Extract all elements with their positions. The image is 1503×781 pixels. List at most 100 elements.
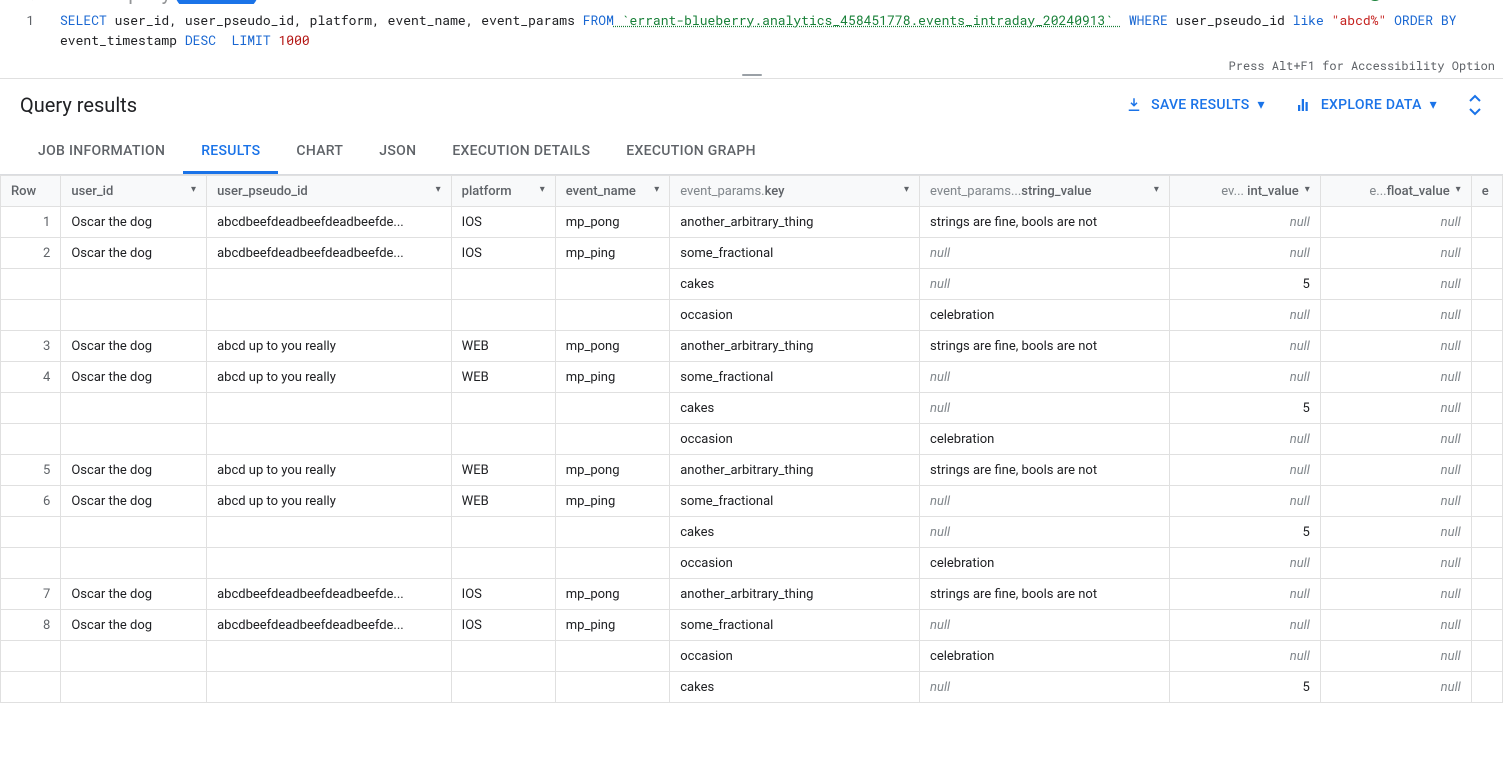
resize-handle[interactable] [738, 72, 766, 78]
table-cell[interactable]: null [1320, 424, 1471, 455]
table-cell[interactable]: 3 [1, 331, 61, 362]
table-cell[interactable]: mp_pong [555, 331, 669, 362]
table-cell[interactable]: occasion [670, 424, 920, 455]
table-cell[interactable]: mp_pong [555, 455, 669, 486]
table-cell[interactable]: occasion [670, 548, 920, 579]
table-cell[interactable] [451, 548, 555, 579]
table-cell[interactable]: Oscar the dog [61, 331, 207, 362]
table-cell[interactable]: mp_pong [555, 579, 669, 610]
sort-icon[interactable]: ▾ [904, 184, 909, 195]
table-cell[interactable] [1471, 548, 1502, 579]
table-cell[interactable]: null [1320, 393, 1471, 424]
table-cell[interactable]: mp_pong [555, 207, 669, 238]
table-cell[interactable]: celebration [920, 424, 1170, 455]
table-cell[interactable]: 7 [1, 579, 61, 610]
tab-chart[interactable]: CHART [278, 131, 361, 174]
sort-icon[interactable]: ▾ [1456, 184, 1461, 195]
table-cell[interactable] [1, 393, 61, 424]
table-cell[interactable] [1, 672, 61, 703]
table-cell[interactable]: null [1320, 517, 1471, 548]
table-cell[interactable]: Oscar the dog [61, 207, 207, 238]
table-cell[interactable]: Oscar the dog [61, 362, 207, 393]
table-cell[interactable]: null [1320, 238, 1471, 269]
table-cell[interactable]: cakes [670, 517, 920, 548]
table-cell[interactable]: null [1320, 300, 1471, 331]
col-platform[interactable]: platform▾ [451, 176, 555, 207]
col-event-name[interactable]: event_name▾ [555, 176, 669, 207]
table-cell[interactable]: IOS [451, 238, 555, 269]
table-cell[interactable]: abcd up to you really [207, 455, 452, 486]
editor-code[interactable]: SELECT user_id, user_pseudo_id, platform… [50, 10, 1503, 50]
table-cell[interactable]: 5 [1169, 672, 1320, 703]
table-cell[interactable]: abcdbeefdeadbeefdeadbeefde... [207, 238, 452, 269]
results-grid-wrapper[interactable]: Row user_id▾ user_pseudo_id▾ platform▾ e… [0, 175, 1503, 703]
table-cell[interactable]: occasion [670, 300, 920, 331]
table-cell[interactable] [207, 300, 452, 331]
sort-icon[interactable]: ▾ [1154, 184, 1159, 195]
table-cell[interactable]: null [1169, 610, 1320, 641]
table-cell[interactable]: null [1320, 331, 1471, 362]
col-extra[interactable]: e [1471, 176, 1502, 207]
col-row[interactable]: Row [1, 176, 61, 207]
table-cell[interactable]: WEB [451, 455, 555, 486]
table-cell[interactable]: null [1320, 641, 1471, 672]
table-cell[interactable]: another_arbitrary_thing [670, 455, 920, 486]
table-cell[interactable]: Oscar the dog [61, 455, 207, 486]
table-cell[interactable] [1471, 672, 1502, 703]
table-cell[interactable]: cakes [670, 672, 920, 703]
tab-execution-details[interactable]: EXECUTION DETAILS [434, 131, 608, 174]
table-cell[interactable]: null [1169, 424, 1320, 455]
table-cell[interactable]: null [1320, 548, 1471, 579]
table-cell[interactable] [1471, 331, 1502, 362]
table-cell[interactable]: mp_ping [555, 610, 669, 641]
col-int-value[interactable]: ev... int_value▾ [1169, 176, 1320, 207]
table-cell[interactable]: strings are fine, bools are not [920, 207, 1170, 238]
table-cell[interactable]: null [1169, 641, 1320, 672]
table-cell[interactable] [207, 672, 452, 703]
table-cell[interactable]: null [1169, 486, 1320, 517]
table-cell[interactable] [1471, 300, 1502, 331]
table-cell[interactable]: Oscar the dog [61, 579, 207, 610]
table-cell[interactable] [1471, 238, 1502, 269]
table-cell[interactable] [207, 393, 452, 424]
table-cell[interactable]: null [1320, 455, 1471, 486]
table-cell[interactable] [555, 548, 669, 579]
sort-icon[interactable]: ▾ [654, 184, 659, 195]
table-cell[interactable] [1471, 362, 1502, 393]
table-cell[interactable] [61, 393, 207, 424]
sort-icon[interactable]: ▾ [436, 184, 441, 195]
table-cell[interactable]: null [1320, 486, 1471, 517]
table-cell[interactable]: strings are fine, bools are not [920, 455, 1170, 486]
table-cell[interactable]: celebration [920, 548, 1170, 579]
col-user-pseudo-id[interactable]: user_pseudo_id▾ [207, 176, 452, 207]
table-cell[interactable] [1471, 393, 1502, 424]
table-cell[interactable]: null [920, 672, 1170, 703]
table-cell[interactable] [1471, 269, 1502, 300]
table-cell[interactable]: mp_ping [555, 486, 669, 517]
table-cell[interactable]: null [920, 362, 1170, 393]
table-cell[interactable]: null [920, 610, 1170, 641]
table-cell[interactable]: Oscar the dog [61, 238, 207, 269]
table-cell[interactable]: 2 [1, 238, 61, 269]
table-cell[interactable]: null [1320, 579, 1471, 610]
table-cell[interactable]: some_fractional [670, 610, 920, 641]
table-cell[interactable]: 5 [1169, 269, 1320, 300]
table-cell[interactable] [1471, 610, 1502, 641]
table-cell[interactable]: null [1320, 362, 1471, 393]
table-cell[interactable] [1471, 641, 1502, 672]
tab-execution-graph[interactable]: EXECUTION GRAPH [608, 131, 774, 174]
table-cell[interactable]: null [1169, 579, 1320, 610]
sort-icon[interactable]: ▾ [540, 184, 545, 195]
sort-icon[interactable]: ▾ [191, 184, 196, 195]
table-cell[interactable] [555, 300, 669, 331]
col-user-id[interactable]: user_id▾ [61, 176, 207, 207]
table-cell[interactable]: null [1320, 610, 1471, 641]
table-cell[interactable]: IOS [451, 207, 555, 238]
table-cell[interactable] [61, 548, 207, 579]
table-cell[interactable]: null [920, 238, 1170, 269]
explore-data-button[interactable]: EXPLORE DATA ▾ [1295, 96, 1437, 114]
table-cell[interactable] [555, 672, 669, 703]
table-cell[interactable] [451, 641, 555, 672]
table-cell[interactable] [555, 641, 669, 672]
table-cell[interactable]: some_fractional [670, 362, 920, 393]
